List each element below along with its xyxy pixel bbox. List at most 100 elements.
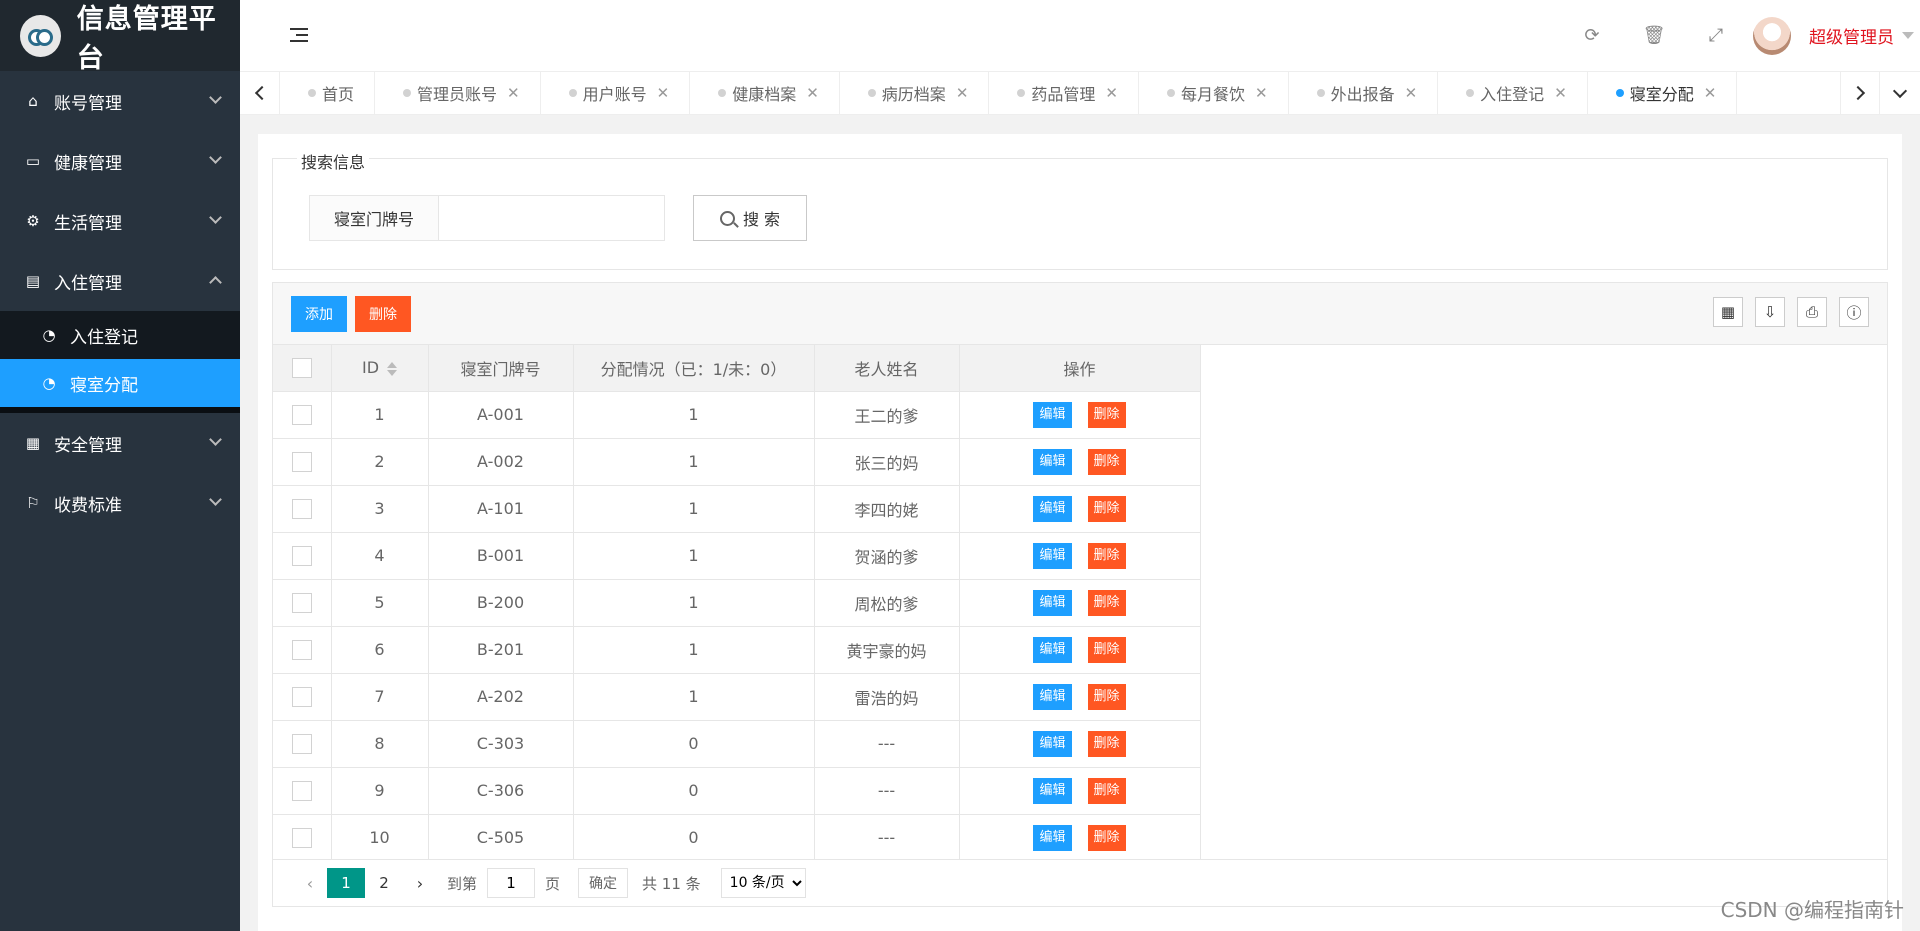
search-legend: 搜索信息 [297, 149, 370, 173]
delete-button[interactable]: 删除 [1087, 730, 1126, 757]
delete-button[interactable]: 删除 [1087, 401, 1126, 428]
sidebar-item-checkin[interactable]: ▤ 入住管理 [0, 251, 240, 311]
delete-button[interactable]: 删除 [1087, 589, 1126, 616]
sidebar-item-security[interactable]: ▦ 安全管理 [0, 413, 240, 473]
trash-icon[interactable]: 🗑 [1623, 25, 1685, 46]
delete-button[interactable]: 删除 [1087, 683, 1126, 710]
tab-monthly-meals[interactable]: 每月餐饮 ✕ [1139, 72, 1289, 114]
tab-dot [1316, 89, 1325, 97]
row-checkbox[interactable] [291, 498, 312, 519]
close-icon[interactable]: ✕ [1255, 84, 1268, 102]
tab-admin-accounts[interactable]: 管理员账号 ✕ [375, 72, 541, 114]
info-icon[interactable]: ⓘ [1839, 297, 1869, 327]
menu-toggle-icon[interactable] [290, 28, 308, 44]
page-size-select[interactable]: 10 条/页 [720, 868, 806, 898]
tab-checkin-register[interactable]: 入住登记 ✕ [1438, 72, 1588, 114]
edit-button[interactable]: 编辑 [1033, 824, 1072, 851]
close-icon[interactable]: ✕ [1105, 84, 1118, 102]
tabs-dropdown-button[interactable] [1880, 72, 1920, 114]
add-button[interactable]: 添加 [291, 296, 347, 332]
search-button-label: 搜 索 [742, 210, 781, 229]
export-icon[interactable]: ⇩ [1755, 297, 1785, 327]
edit-button[interactable]: 编辑 [1033, 589, 1072, 616]
close-icon[interactable]: ✕ [507, 84, 520, 102]
delete-button[interactable]: 删除 [1087, 824, 1126, 851]
select-all-checkbox[interactable] [291, 358, 312, 378]
edit-button[interactable]: 编辑 [1033, 730, 1072, 757]
tab-user-accounts[interactable]: 用户账号 ✕ [541, 72, 691, 114]
row-checkbox-cell [273, 673, 332, 721]
close-icon[interactable]: ✕ [1405, 84, 1418, 102]
cell-room: B-201 [428, 626, 574, 674]
close-icon[interactable]: ✕ [657, 84, 670, 102]
goto-page-input[interactable] [487, 868, 536, 898]
delete-button[interactable]: 删除 [1087, 448, 1126, 475]
refresh-icon[interactable]: ⟳ [1561, 25, 1623, 46]
close-icon[interactable]: ✕ [1704, 84, 1717, 102]
delete-button[interactable]: 删除 [1087, 777, 1126, 804]
tab-medical-records[interactable]: 病历档案 ✕ [840, 72, 990, 114]
edit-button[interactable]: 编辑 [1033, 636, 1072, 663]
edit-button[interactable]: 编辑 [1033, 495, 1072, 522]
row-checkbox-cell [273, 767, 332, 815]
close-icon[interactable]: ✕ [956, 84, 969, 102]
tab-room-allocation[interactable]: 寝室分配 ✕ [1588, 72, 1738, 114]
room-number-input[interactable] [439, 195, 665, 241]
cell-id: 1 [331, 391, 429, 439]
tab-health-records[interactable]: 健康档案 ✕ [690, 72, 840, 114]
tab-outing-report[interactable]: 外出报备 ✕ [1289, 72, 1439, 114]
page-unit-label: 页 [545, 874, 561, 893]
tab-home[interactable]: 首页 [280, 72, 376, 114]
sidebar-item-fees[interactable]: ⚐ 收费标准 [0, 473, 240, 533]
row-checkbox[interactable] [291, 545, 312, 566]
delete-button[interactable]: 删除 [1087, 542, 1126, 569]
search-button[interactable]: 搜 索 [693, 195, 807, 241]
edit-button[interactable]: 编辑 [1033, 683, 1072, 710]
caret-down-icon[interactable] [1902, 32, 1914, 39]
row-checkbox-cell [273, 579, 332, 627]
avatar[interactable] [1753, 16, 1791, 55]
edit-button[interactable]: 编辑 [1033, 448, 1072, 475]
close-icon[interactable]: ✕ [1554, 84, 1567, 102]
columns-filter-icon[interactable]: ▦ [1713, 297, 1743, 327]
row-checkbox[interactable] [291, 639, 312, 660]
sidebar-item-health[interactable]: ▭ 健康管理 [0, 131, 240, 191]
page-2-button[interactable]: 2 [365, 868, 403, 898]
tab-medicine[interactable]: 药品管理 ✕ [989, 72, 1139, 114]
row-checkbox[interactable] [291, 592, 312, 613]
tabs-prev-button[interactable] [240, 72, 280, 114]
row-checkbox[interactable] [291, 827, 312, 848]
edit-button[interactable]: 编辑 [1033, 401, 1072, 428]
edit-button[interactable]: 编辑 [1033, 542, 1072, 569]
sidebar-item-account[interactable]: ⌂ 账号管理 [0, 71, 240, 131]
row-checkbox[interactable] [291, 780, 312, 801]
print-icon[interactable]: ⎙ [1797, 297, 1827, 327]
sort-icon[interactable] [387, 361, 398, 376]
table-row: 5 B-200 1 周松的爹 编辑 删除 [273, 579, 1201, 627]
fullscreen-icon[interactable]: ⤢ [1685, 25, 1747, 46]
delete-button[interactable]: 删除 [1087, 495, 1126, 522]
row-checkbox[interactable] [291, 686, 312, 707]
sidebar-subitem-room-allocation[interactable]: ◔ 寝室分配 [0, 359, 240, 407]
row-checkbox[interactable] [291, 733, 312, 754]
column-header-id[interactable]: ID [331, 345, 429, 392]
sidebar-item-label: 健康管理 [54, 153, 122, 174]
calendar-icon: ▦ [25, 434, 41, 452]
row-checkbox[interactable] [291, 404, 312, 425]
delete-button[interactable]: 删除 [1087, 636, 1126, 663]
edit-button[interactable]: 编辑 [1033, 777, 1072, 804]
row-checkbox[interactable] [291, 451, 312, 472]
tabs-next-button[interactable] [1840, 72, 1880, 114]
prev-page-icon[interactable]: ‹ [293, 874, 327, 893]
sidebar-subitem-checkin-register[interactable]: ◔ 入住登记 [0, 311, 240, 359]
pagination: ‹ 1 2 › 到第 页 确定 共 11 条 10 条/页 [273, 859, 1887, 906]
page-1-button[interactable]: 1 [327, 868, 365, 898]
sidebar: 信息管理平台 ⌂ 账号管理 ▭ 健康管理 ⚙ 生活管理 ▤ 入住管理 ◔ 入住登… [0, 0, 240, 931]
goto-confirm-button[interactable]: 确定 [578, 868, 629, 898]
sidebar-item-life[interactable]: ⚙ 生活管理 [0, 191, 240, 251]
chevron-down-icon [209, 91, 222, 104]
user-name[interactable]: 超级管理员 [1809, 23, 1894, 48]
batch-delete-button[interactable]: 删除 [355, 296, 411, 332]
next-page-icon[interactable]: › [403, 874, 437, 893]
close-icon[interactable]: ✕ [806, 84, 819, 102]
